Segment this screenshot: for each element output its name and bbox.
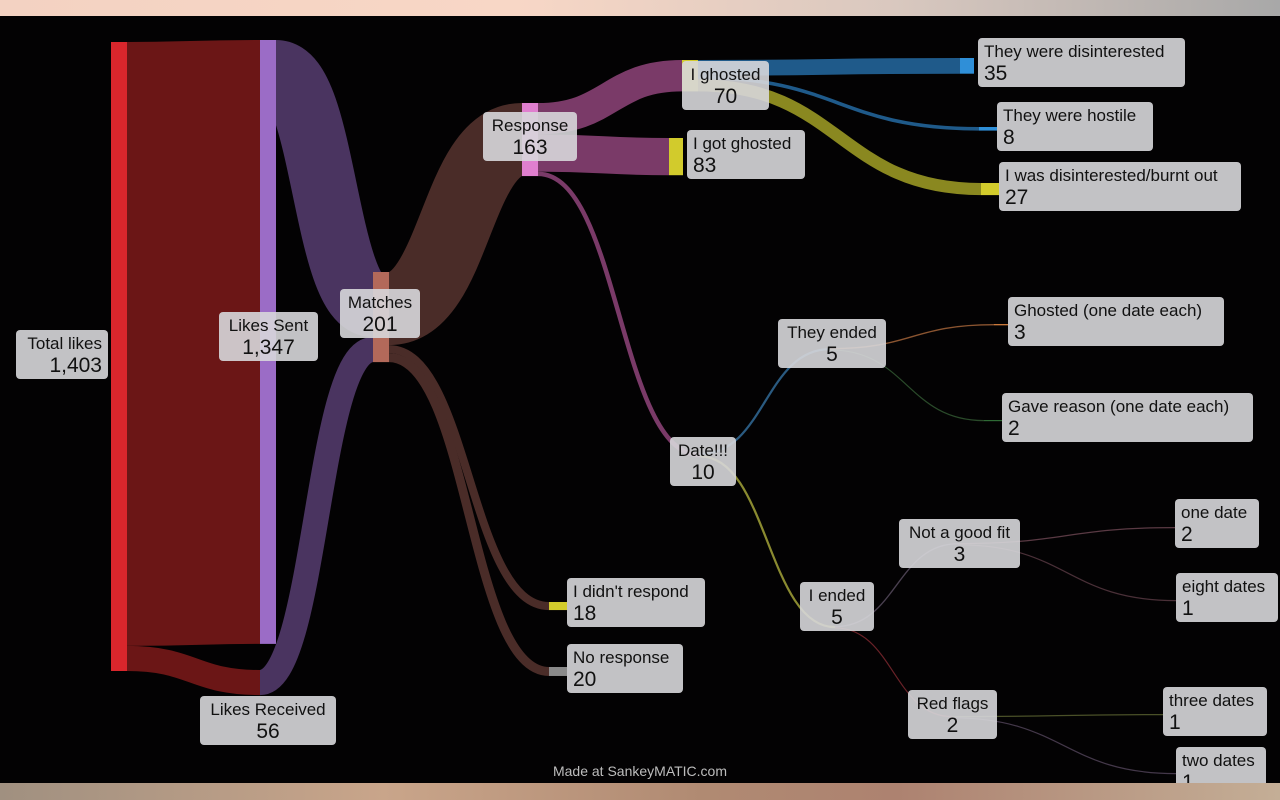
node-name: I was disinterested/burnt out: [1005, 166, 1218, 185]
node-label-gave_reason: Gave reason (one date each) 2: [1002, 393, 1253, 442]
node-bar-total_likes: [111, 42, 127, 671]
node-label-one_date: one date 2: [1175, 499, 1259, 548]
node-name: eight dates: [1182, 577, 1266, 596]
link-likes_sent-to-matches: [262, 40, 387, 338]
node-value: 1,347: [242, 336, 295, 359]
link-response-to-date: [537, 171, 701, 458]
node-value: 20: [573, 668, 597, 691]
bottom-band: [0, 783, 1280, 800]
node-name: Total likes: [27, 334, 102, 353]
node-label-date: Date!!! 10: [670, 437, 736, 486]
node-name: Date!!!: [677, 441, 729, 460]
node-name: I ghosted: [690, 65, 761, 84]
node-value: 5: [831, 606, 843, 629]
node-name: They ended: [787, 323, 877, 342]
node-name: Ghosted (one date each): [1014, 301, 1203, 320]
node-label-not_good_fit: Not a good fit 3: [899, 519, 1020, 568]
node-label-i_ended: I ended 5: [800, 582, 874, 631]
node-label-no_response: No response 20: [567, 644, 683, 693]
sankeymatic-credit: Made at SankeyMATIC.com: [552, 763, 728, 779]
node-value: 1: [1182, 597, 1194, 620]
node-value: 1: [1169, 711, 1181, 734]
node-label-matches: Matches 201: [340, 289, 420, 338]
node-name: They were disinterested: [984, 42, 1165, 61]
node-bar-i_burnt_out: [981, 183, 999, 196]
node-name: They were hostile: [1003, 106, 1137, 125]
node-label-they_ended: They ended 5: [778, 319, 886, 368]
node-name: Not a good fit: [908, 523, 1011, 542]
node-label-response: Response 163: [483, 112, 577, 161]
node-label-they_hostile: They were hostile 8: [997, 102, 1153, 151]
node-label-didnt_respond: I didn't respond 18: [567, 578, 705, 627]
node-value: 5: [826, 343, 838, 366]
node-bar-they_hostile: [979, 127, 997, 131]
node-bar-gave_reason: [984, 420, 1002, 422]
node-label-total_likes: Total likes 1,403: [16, 330, 108, 379]
sankey-canvas: Total likes 1,403 Likes Sent 1,347 Likes Rec…: [0, 16, 1280, 783]
node-bar-they_disinterested: [960, 58, 974, 74]
node-name: Red flags: [916, 694, 989, 713]
node-bar-didnt_respond: [549, 602, 567, 611]
node-name: one date: [1181, 503, 1248, 522]
node-value: 18: [573, 602, 597, 625]
node-label-eight_dates: eight dates 1: [1176, 573, 1278, 622]
node-label-likes_received: Likes Received 56: [200, 696, 336, 745]
link-total_likes-to-likes_received: [126, 645, 261, 696]
node-name: I got ghosted: [693, 134, 792, 153]
node-label-i_burnt_out: I was disinterested/burnt out 27: [999, 162, 1241, 211]
node-value: 1,403: [49, 354, 102, 377]
node-value: 2: [1008, 417, 1020, 440]
node-label-ghosted_one: Ghosted (one date each) 3: [1008, 297, 1224, 346]
node-value: 10: [691, 461, 715, 484]
node-name: I ended: [808, 586, 866, 605]
node-name: No response: [573, 648, 670, 667]
node-value: 2: [946, 714, 959, 737]
node-label-got_ghosted: I got ghosted 83: [687, 130, 805, 179]
node-name: I didn't respond: [573, 582, 689, 601]
node-bar-ghosted_one: [994, 324, 1008, 326]
node-bar-no_response: [549, 667, 567, 676]
node-name: three dates: [1169, 691, 1255, 710]
node-value: 8: [1003, 126, 1015, 149]
node-label-i_ghosted: I ghosted 70: [682, 61, 769, 110]
node-value: 56: [256, 720, 280, 743]
node-value: 3: [1014, 321, 1026, 344]
link-matches-to-didnt_respond: [388, 345, 550, 611]
node-label-they_disinterested: They were disinterested 35: [978, 38, 1185, 87]
node-name: Gave reason (one date each): [1008, 397, 1230, 416]
node-value: 2: [1181, 523, 1193, 546]
node-name: Likes Sent: [228, 316, 309, 335]
node-bar-got_ghosted: [669, 138, 683, 176]
node-name: Matches: [347, 293, 413, 312]
node-value: 201: [362, 313, 398, 336]
node-label-likes_sent: Likes Sent 1,347: [219, 312, 318, 361]
node-value: 35: [984, 62, 1008, 85]
node-value: 83: [693, 154, 717, 177]
node-label-red_flags: Red flags 2: [908, 690, 997, 739]
node-label-three_dates: three dates 1: [1163, 687, 1267, 736]
node-value: 70: [713, 85, 738, 108]
link-matches-to-response: [383, 102, 528, 346]
link-likes_received-to-matches: [256, 337, 377, 696]
node-value: 3: [953, 543, 966, 566]
link-matches-to-no_response: [388, 353, 550, 676]
node-value: 27: [1005, 186, 1029, 209]
node-value: 163: [512, 136, 548, 159]
node-name: Likes Received: [210, 700, 326, 719]
node-name: Response: [491, 116, 569, 135]
